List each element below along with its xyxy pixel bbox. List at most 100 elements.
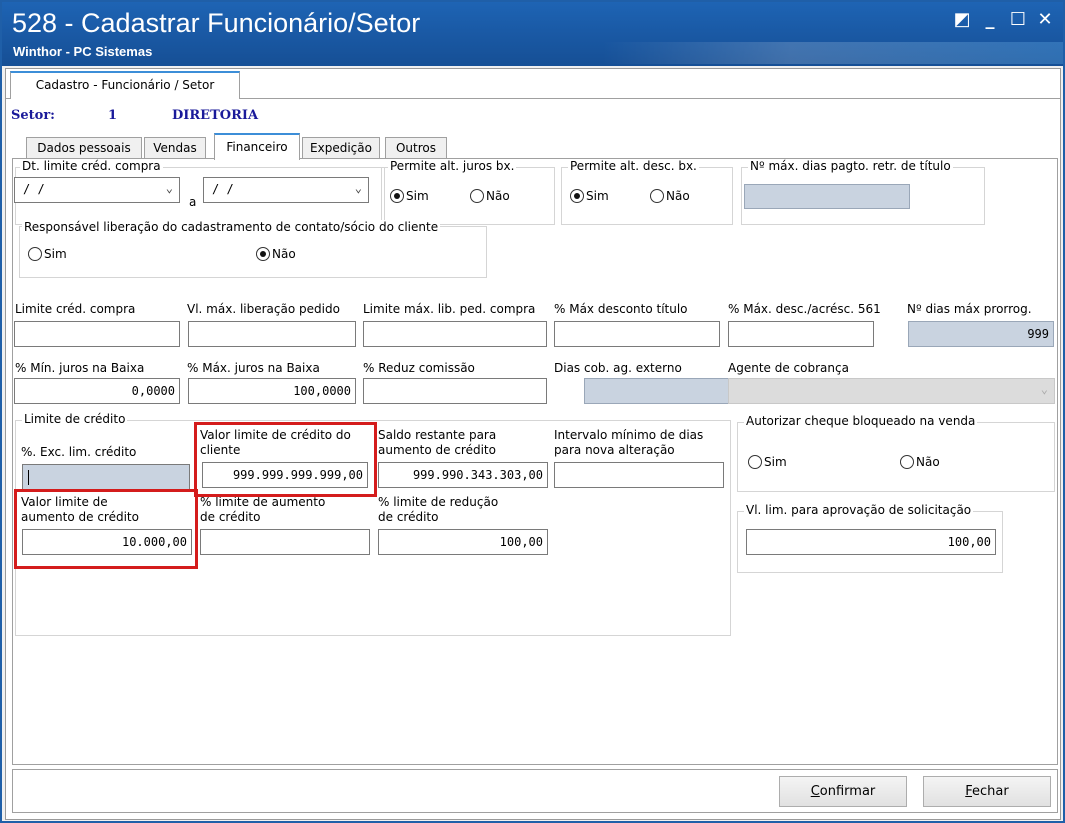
tab-cadastro[interactable]: Cadastro - Funcionário / Setor — [10, 71, 240, 99]
chevron-down-icon[interactable]: ⌄ — [355, 181, 362, 195]
minimize-icon[interactable]: _ — [978, 8, 1002, 32]
vl-lim-aprovacao-input[interactable]: 100,00 — [746, 529, 996, 555]
agente-cobranca-combo[interactable]: ⌄ — [728, 378, 1055, 404]
radio-icon — [900, 455, 914, 469]
pct-limite-aumento-label-1: % limite de aumento — [200, 495, 326, 509]
autorizar-cheque-nao-radio[interactable]: Não — [900, 455, 940, 469]
resp-liberacao-group: Responsável liberação do cadastramento d… — [19, 220, 487, 278]
saldo-restante-label-1: Saldo restante para — [378, 428, 497, 442]
button-bar: Confirmar Fechar — [12, 769, 1058, 813]
radio-selected-icon — [256, 247, 270, 261]
valor-limite-cliente-input[interactable]: 999.999.999.999,00 — [202, 462, 368, 488]
resp-liberacao-sim-label: Sim — [44, 247, 67, 261]
title-bar[interactable]: 528 - Cadastrar Funcionário/Setor Wintho… — [2, 2, 1063, 66]
max-dias-pagto-input[interactable] — [744, 184, 910, 209]
permite-juros-nao-label: Não — [486, 189, 510, 203]
resp-liberacao-sim-radio[interactable]: Sim — [28, 247, 67, 261]
permite-juros-sim-radio[interactable]: Sim — [390, 189, 429, 203]
setor-label: Setor: — [11, 108, 55, 123]
max-desconto-titulo-input[interactable] — [554, 321, 720, 347]
tab-financeiro[interactable]: Financeiro — [214, 133, 300, 160]
radio-icon — [28, 247, 42, 261]
min-juros-baixa-input[interactable]: 0,0000 — [14, 378, 180, 404]
tab-outros[interactable]: Outros — [385, 137, 447, 159]
max-juros-baixa-label: % Máx. juros na Baixa — [187, 361, 320, 375]
chevron-down-icon[interactable]: ⌄ — [1041, 382, 1048, 396]
saldo-restante-label-2: aumento de crédito — [378, 443, 496, 457]
radio-icon — [470, 189, 484, 203]
limite-max-lib-label: Limite máx. lib. ped. compra — [363, 302, 536, 316]
permite-desc-sim-radio[interactable]: Sim — [570, 189, 609, 203]
limite-cred-compra-label: Limite créd. compra — [15, 302, 136, 316]
valor-limite-cliente-label-1: Valor limite de crédito do — [200, 428, 351, 442]
intervalo-minimo-input[interactable] — [554, 462, 724, 488]
valor-limite-aumento-input[interactable]: 10.000,00 — [22, 529, 192, 555]
financeiro-panel: Dt. limite créd. compra / / ⌄ a / / ⌄ Pe… — [12, 158, 1058, 765]
valor-limite-cliente-label-2: cliente — [200, 443, 241, 457]
min-juros-baixa-label: % Mín. juros na Baixa — [15, 361, 145, 375]
close-icon[interactable]: ✕ — [1033, 8, 1057, 32]
dt-limite-to-value: / / — [212, 182, 234, 196]
intervalo-minimo-label-1: Intervalo mínimo de dias — [554, 428, 704, 442]
autorizar-cheque-sim-radio[interactable]: Sim — [748, 455, 787, 469]
confirm-hotkey: C — [810, 784, 820, 799]
pct-limite-reducao-input[interactable]: 100,00 — [378, 529, 548, 555]
vl-lim-aprovacao-title: Vl. lim. para aprovação de solicitação — [744, 503, 974, 517]
permite-desc-title: Permite alt. desc. bx. — [568, 159, 699, 173]
exc-lim-credito-input[interactable] — [22, 464, 190, 490]
chevron-down-icon[interactable]: ⌄ — [166, 181, 173, 195]
pct-limite-reducao-label-1: % limite de redução — [378, 495, 499, 509]
vl-max-liberacao-label: Vl. máx. liberação pedido — [187, 302, 340, 316]
pct-limite-aumento-input[interactable] — [200, 529, 370, 555]
permite-juros-nao-radio[interactable]: Não — [470, 189, 510, 203]
limite-max-lib-input[interactable] — [363, 321, 547, 347]
tab-vendas[interactable]: Vendas — [144, 137, 206, 159]
confirm-button[interactable]: Confirmar — [779, 776, 907, 807]
radio-selected-icon — [570, 189, 584, 203]
dt-limite-from-combo[interactable]: / / ⌄ — [14, 177, 180, 203]
vl-max-liberacao-input[interactable] — [188, 321, 356, 347]
permite-desc-sim-label: Sim — [586, 189, 609, 203]
resp-liberacao-nao-radio[interactable]: Não — [256, 247, 296, 261]
dt-limite-title: Dt. limite créd. compra — [20, 159, 163, 173]
permite-juros-title: Permite alt. juros bx. — [388, 159, 517, 173]
dias-cob-externo-label: Dias cob. ag. externo — [554, 361, 682, 375]
exc-lim-credito-label: %. Exc. lim. crédito — [21, 445, 137, 459]
permite-desc-group: Permite alt. desc. bx. Sim Não — [561, 159, 733, 225]
limite-cred-compra-input[interactable] — [14, 321, 180, 347]
autorizar-cheque-title: Autorizar cheque bloqueado na venda — [744, 414, 978, 428]
agente-cobranca-label: Agente de cobrança — [728, 361, 849, 375]
vl-lim-aprovacao-group: Vl. lim. para aprovação de solicitação 1… — [737, 503, 1003, 573]
dt-limite-to-combo[interactable]: / / ⌄ — [203, 177, 369, 203]
max-desc-acresc-input[interactable] — [728, 321, 874, 347]
valor-limite-aumento-label-1: Valor limite de — [21, 495, 108, 509]
permite-juros-sim-label: Sim — [406, 189, 429, 203]
max-dias-pagto-group: Nº máx. dias pagto. retr. de título — [741, 159, 985, 225]
limite-credito-title: Limite de crédito — [22, 412, 128, 426]
permite-desc-nao-radio[interactable]: Não — [650, 189, 690, 203]
restore-icon[interactable]: ◩ — [950, 8, 974, 32]
reduz-comissao-input[interactable] — [363, 378, 547, 404]
max-juros-baixa-input[interactable]: 100,0000 — [188, 378, 356, 404]
saldo-restante-input[interactable]: 999.990.343.303,00 — [378, 462, 548, 488]
close-button[interactable]: Fechar — [923, 776, 1051, 807]
resp-liberacao-nao-label: Não — [272, 247, 296, 261]
reduz-comissao-label: % Reduz comissão — [363, 361, 475, 375]
dias-cob-externo-input[interactable] — [584, 378, 746, 404]
window-subtitle: Winthor - PC Sistemas — [13, 44, 153, 59]
max-dias-pagto-title: Nº máx. dias pagto. retr. de título — [748, 159, 953, 173]
dt-limite-separator: a — [189, 195, 197, 209]
pct-limite-aumento-label-2: de crédito — [200, 510, 261, 524]
window-title: 528 - Cadastrar Funcionário/Setor — [12, 8, 421, 38]
autorizar-cheque-sim-label: Sim — [764, 455, 787, 469]
permite-juros-group: Permite alt. juros bx. Sim Não — [381, 159, 555, 225]
tab-dados-pessoais[interactable]: Dados pessoais — [26, 137, 142, 159]
radio-selected-icon — [390, 189, 404, 203]
dias-max-prorrog-input[interactable]: 999 — [908, 321, 1054, 347]
radio-icon — [748, 455, 762, 469]
setor-name: DIRETORIA — [172, 108, 259, 123]
maximize-icon[interactable]: ☐ — [1006, 8, 1030, 32]
tab-expedicao[interactable]: Expedição — [302, 137, 380, 159]
client-area: Cadastro - Funcionário / Setor Setor: 1 … — [5, 68, 1061, 820]
permite-desc-nao-label: Não — [666, 189, 690, 203]
